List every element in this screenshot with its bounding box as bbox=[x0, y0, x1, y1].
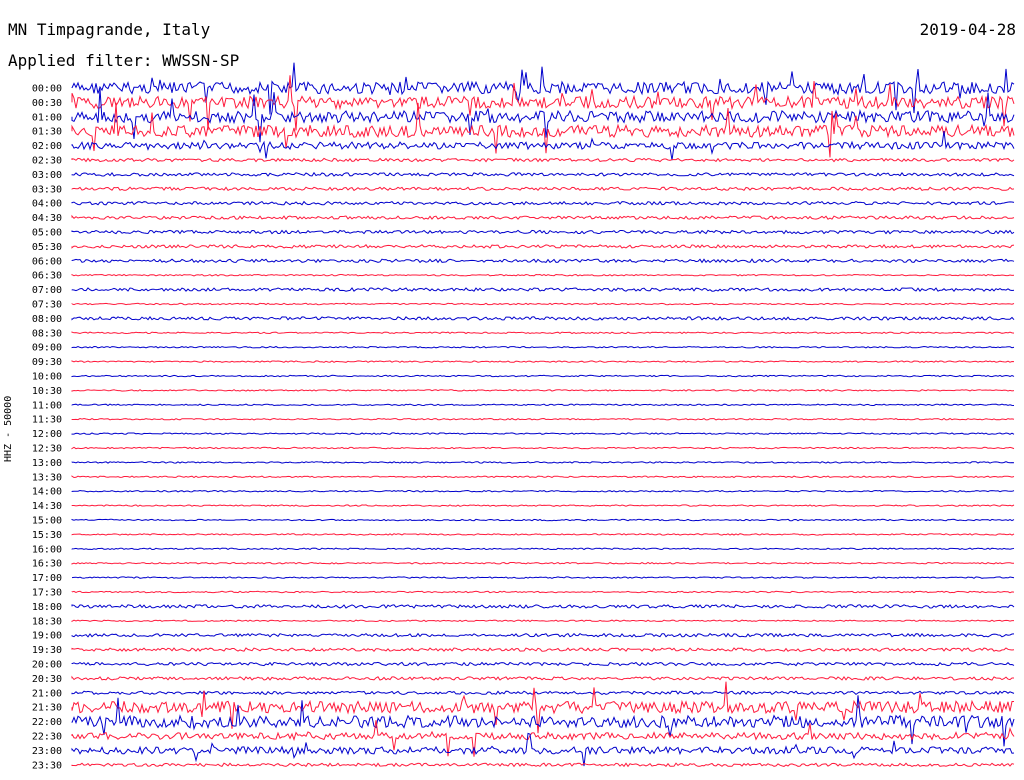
row-label: 05:00 bbox=[32, 228, 62, 239]
row-label: 10:30 bbox=[32, 386, 62, 397]
trace-0800 bbox=[71, 315, 1015, 321]
trace-1930 bbox=[71, 647, 1015, 652]
row-label: 04:00 bbox=[32, 199, 62, 210]
row-label: 14:00 bbox=[32, 487, 62, 498]
trace-1830 bbox=[71, 619, 1014, 623]
row-label: 11:30 bbox=[32, 415, 62, 426]
row-label: 15:00 bbox=[32, 516, 62, 527]
row-label: 22:30 bbox=[32, 732, 62, 743]
row-label: 22:00 bbox=[32, 717, 62, 728]
trace-0030 bbox=[71, 75, 1015, 131]
row-label: 12:00 bbox=[32, 429, 62, 440]
row-label: 13:00 bbox=[32, 458, 62, 469]
trace-1400 bbox=[71, 489, 1015, 493]
row-label: 23:30 bbox=[32, 760, 62, 771]
helicorder-plot: 00:00 00:30 01:00 01:30 02:00 02:30 03:00 03:30… bbox=[32, 62, 1015, 771]
row-label: 21:30 bbox=[32, 703, 62, 714]
row-label: 21:00 bbox=[32, 688, 62, 699]
trace-0230 bbox=[71, 157, 1015, 163]
trace-0630 bbox=[71, 273, 1015, 277]
trace-0430 bbox=[71, 214, 1015, 220]
trace-1300 bbox=[71, 461, 1015, 464]
channel-label: HHZ - 50000 bbox=[3, 395, 14, 462]
trace-0130 bbox=[71, 102, 1015, 158]
row-label: 18:00 bbox=[32, 602, 62, 613]
row-label: 02:00 bbox=[32, 141, 62, 152]
trace-2030 bbox=[71, 675, 1014, 681]
row-label: 06:00 bbox=[32, 256, 62, 267]
trace-0830 bbox=[71, 331, 1015, 335]
trace-1800 bbox=[71, 604, 1015, 609]
trace-1730 bbox=[71, 590, 1015, 594]
trace-1200 bbox=[71, 432, 1015, 435]
row-label: 03:30 bbox=[32, 184, 62, 195]
row-label: 04:30 bbox=[32, 213, 62, 224]
row-label: 20:30 bbox=[32, 674, 62, 685]
row-label: 16:30 bbox=[32, 559, 62, 570]
row-label: 02:30 bbox=[32, 156, 62, 167]
row-label: 19:00 bbox=[32, 631, 62, 642]
row-label: 20:00 bbox=[32, 660, 62, 671]
row-label: 06:30 bbox=[32, 271, 62, 282]
trace-1430 bbox=[71, 504, 1015, 507]
trace-2130 bbox=[71, 681, 1014, 734]
row-label: 07:00 bbox=[32, 285, 62, 296]
row-label: 01:00 bbox=[32, 112, 62, 123]
trace-1000 bbox=[71, 374, 1015, 378]
trace-2300 bbox=[71, 732, 1015, 767]
trace-1130 bbox=[71, 417, 1015, 421]
row-label: 13:30 bbox=[32, 472, 62, 483]
row-label: 08:00 bbox=[32, 314, 62, 325]
row-label: 17:30 bbox=[32, 588, 62, 599]
trace-0200 bbox=[71, 131, 1015, 161]
row-label: 09:30 bbox=[32, 357, 62, 368]
row-label: 23:00 bbox=[32, 746, 62, 757]
trace-0730 bbox=[71, 302, 1015, 306]
trace-2100 bbox=[71, 690, 1015, 696]
row-label: 18:30 bbox=[32, 616, 62, 627]
row-label: 03:00 bbox=[32, 170, 62, 181]
trace-1330 bbox=[71, 475, 1015, 479]
row-label: 09:00 bbox=[32, 343, 62, 354]
trace-1700 bbox=[71, 576, 1015, 579]
trace-1600 bbox=[71, 547, 1015, 551]
trace-2200 bbox=[71, 695, 1015, 747]
trace-1100 bbox=[71, 403, 1015, 407]
trace-1030 bbox=[71, 389, 1015, 392]
trace-1230 bbox=[71, 446, 1015, 450]
trace-0900 bbox=[71, 345, 1015, 349]
trace-1900 bbox=[71, 632, 1015, 638]
trace-0700 bbox=[71, 287, 1015, 293]
trace-2000 bbox=[71, 661, 1015, 667]
row-label: 11:00 bbox=[32, 400, 62, 411]
trace-1530 bbox=[71, 533, 1015, 536]
trace-0400 bbox=[71, 200, 1015, 206]
trace-0330 bbox=[71, 186, 1015, 192]
row-label: 00:30 bbox=[32, 98, 62, 109]
row-label: 10:00 bbox=[32, 372, 62, 383]
row-label: 08:30 bbox=[32, 328, 62, 339]
row-label: 17:00 bbox=[32, 573, 62, 584]
row-label: 00:00 bbox=[32, 84, 62, 95]
trace-0600 bbox=[71, 258, 1015, 264]
row-label: 05:30 bbox=[32, 242, 62, 253]
row-label: 01:30 bbox=[32, 127, 62, 138]
row-label: 07:30 bbox=[32, 300, 62, 311]
row-label: 19:30 bbox=[32, 645, 62, 656]
trace-0000 bbox=[71, 62, 1015, 115]
row-label: 15:30 bbox=[32, 530, 62, 541]
trace-0930 bbox=[71, 360, 1015, 363]
trace-1630 bbox=[71, 561, 1014, 565]
trace-0300 bbox=[71, 171, 1015, 177]
trace-1500 bbox=[71, 518, 1015, 522]
row-label: 12:30 bbox=[32, 444, 62, 455]
row-label: 16:00 bbox=[32, 544, 62, 555]
row-label: 14:30 bbox=[32, 501, 62, 512]
trace-0500 bbox=[71, 229, 1015, 235]
trace-0530 bbox=[71, 244, 1015, 249]
trace-2330 bbox=[71, 762, 1015, 768]
trace-0100 bbox=[71, 88, 1015, 143]
